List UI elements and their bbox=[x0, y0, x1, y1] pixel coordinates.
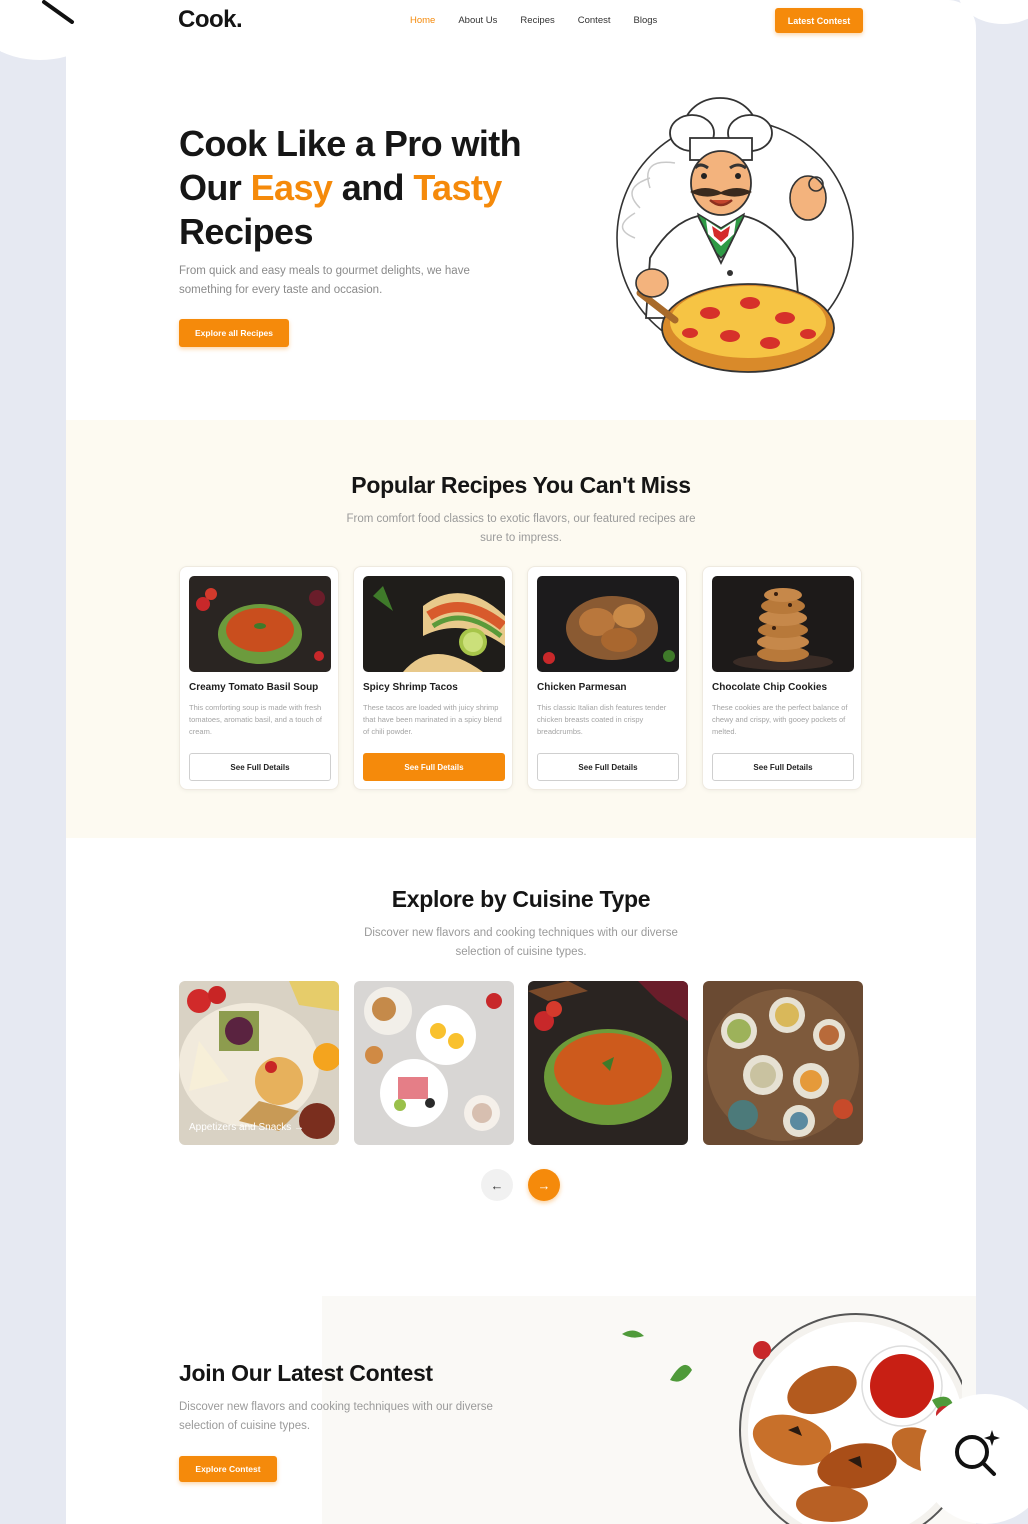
recipe-card[interactable]: Chocolate Chip Cookies These cookies are… bbox=[702, 566, 862, 790]
breakfast-image bbox=[354, 981, 514, 1145]
cuisine-card[interactable] bbox=[703, 981, 863, 1145]
nav-links: Home About Us Recipes Contest Blogs bbox=[410, 15, 680, 26]
nav-link-contest[interactable]: Contest bbox=[578, 15, 611, 26]
see-full-details-button[interactable]: See Full Details bbox=[712, 753, 854, 781]
recipe-description: This classic Italian dish features tende… bbox=[537, 703, 667, 736]
see-full-details-button[interactable]: See Full Details bbox=[189, 753, 331, 781]
chicken-parmesan-image bbox=[537, 576, 679, 672]
chef-illustration bbox=[616, 97, 854, 373]
nav-link-about[interactable]: About Us bbox=[458, 15, 497, 26]
cuisine-label[interactable]: Appetizers and Snacks → bbox=[189, 1122, 304, 1133]
navbar: Cook. Home About Us Recipes Contest Blog… bbox=[66, 0, 976, 42]
table-spread-image bbox=[703, 981, 863, 1145]
logo[interactable]: Cook. bbox=[178, 6, 243, 34]
hero-title: Cook Like a Pro with Our Easy and Tasty … bbox=[179, 122, 579, 254]
soup-image bbox=[528, 981, 688, 1145]
cuisine-title: Explore by Cuisine Type bbox=[391, 886, 651, 912]
see-full-details-button[interactable]: See Full Details bbox=[537, 753, 679, 781]
carousel-next-button[interactable]: → bbox=[528, 1169, 560, 1201]
hero-title-tasty: Tasty bbox=[413, 167, 502, 208]
popular-subtitle: From comfort food classics to exotic fla… bbox=[346, 513, 696, 544]
recipe-description: These tacos are loaded with juicy shrimp… bbox=[363, 703, 502, 736]
shrimp-tacos-image bbox=[363, 576, 505, 672]
carousel-prev-button[interactable]: ← bbox=[481, 1169, 513, 1201]
recipe-card[interactable]: Chicken Parmesan This classic Italian di… bbox=[527, 566, 687, 790]
back-arrow-icon[interactable] bbox=[38, 0, 80, 24]
recipe-name: Chicken Parmesan bbox=[537, 682, 627, 693]
cuisine-card[interactable] bbox=[354, 981, 514, 1145]
landing-page: Cook. Home About Us Recipes Contest Blog… bbox=[66, 0, 976, 1524]
nav-link-blogs[interactable]: Blogs bbox=[634, 15, 658, 26]
cuisine-card[interactable]: Appetizers and Snacks → bbox=[179, 981, 339, 1145]
recipe-card[interactable]: Spicy Shrimp Tacos These tacos are loade… bbox=[353, 566, 513, 790]
recipe-description: This comforting soup is made with fresh … bbox=[189, 703, 322, 736]
tomato-soup-image bbox=[189, 576, 331, 672]
chocolate-cookies-image bbox=[712, 576, 854, 672]
chicken-wings-image bbox=[622, 1313, 962, 1524]
nav-link-home[interactable]: Home bbox=[410, 15, 435, 26]
recipe-name: Creamy Tomato Basil Soup bbox=[189, 682, 319, 693]
explore-recipes-button[interactable]: Explore all Recipes bbox=[179, 319, 289, 347]
contest-title: Join Our Latest Contest bbox=[179, 1360, 433, 1386]
cuisine-card[interactable] bbox=[528, 981, 688, 1145]
hero-subtitle: From quick and easy meals to gourmet del… bbox=[179, 265, 470, 296]
hero-title-easy: Easy bbox=[250, 167, 333, 208]
hero-title-our: Our bbox=[179, 167, 251, 208]
popular-title: Popular Recipes You Can't Miss bbox=[351, 472, 691, 498]
cuisine-subtitle: Discover new flavors and cooking techniq… bbox=[364, 927, 678, 958]
visual-search-icon bbox=[955, 1430, 1000, 1476]
latest-contest-button[interactable]: Latest Contest bbox=[775, 8, 863, 33]
popular-recipes-section: Popular Recipes You Can't Miss From comf… bbox=[66, 420, 976, 838]
nav-link-recipes[interactable]: Recipes bbox=[520, 15, 554, 26]
recipe-name: Chocolate Chip Cookies bbox=[712, 682, 828, 693]
recipe-card[interactable]: Creamy Tomato Basil Soup This comforting… bbox=[179, 566, 339, 790]
contest-subtitle: Discover new flavors and cooking techniq… bbox=[179, 1401, 493, 1432]
arrow-right-icon: → bbox=[537, 1177, 551, 1193]
arrow-left-icon: ← bbox=[490, 1177, 504, 1193]
hero-title-line3: Recipes bbox=[179, 211, 313, 252]
hero-title-line1: Cook Like a Pro with bbox=[179, 123, 522, 164]
appetizers-image bbox=[179, 981, 339, 1145]
recipe-name: Spicy Shrimp Tacos bbox=[363, 682, 458, 693]
see-full-details-button[interactable]: See Full Details bbox=[363, 753, 505, 781]
explore-contest-button[interactable]: Explore Contest bbox=[179, 1456, 277, 1482]
recipe-description: These cookies are the perfect balance of… bbox=[712, 703, 848, 736]
hero-title-and: and bbox=[332, 167, 414, 208]
